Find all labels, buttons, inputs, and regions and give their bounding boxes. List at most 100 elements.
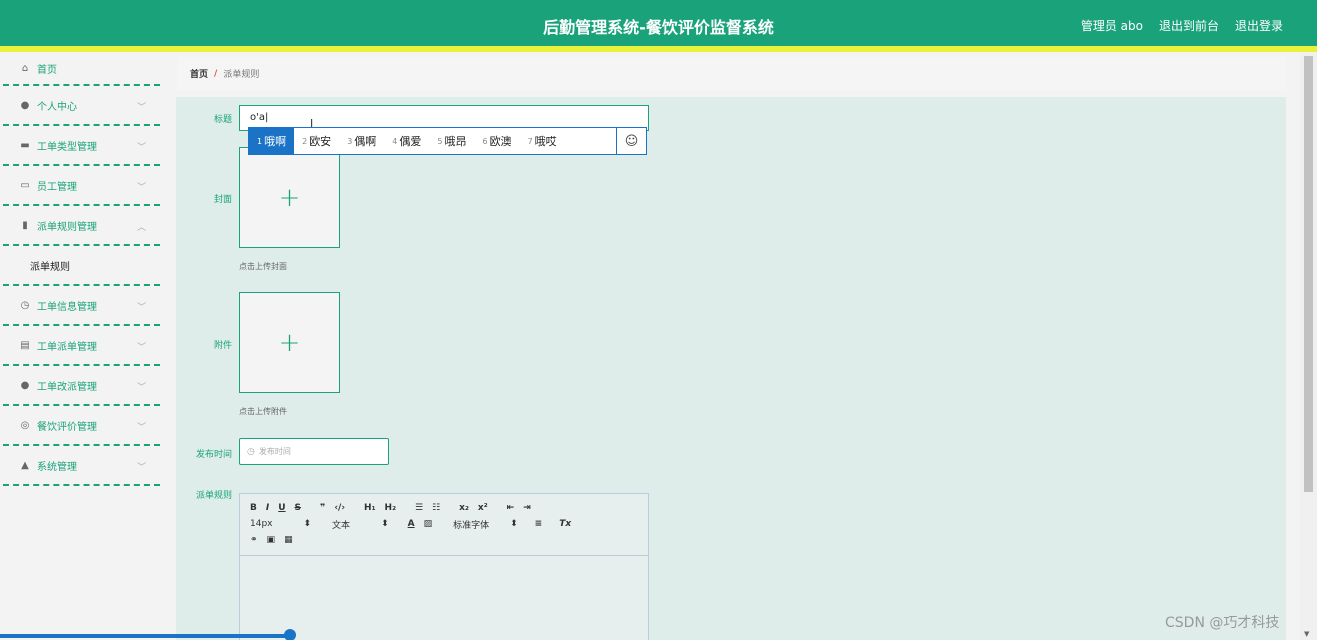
ime-candidate[interactable]: 2 欧安: [294, 128, 339, 154]
user-icon: ●: [20, 99, 30, 111]
sidebar-item-label: 首页: [37, 64, 57, 76]
sidebar-item-label: 工单信息管理: [37, 301, 97, 313]
sidebar-item-profile[interactable]: ● 个人中心 ﹀: [3, 86, 160, 126]
sidebar-item-ticket-type[interactable]: ▬ 工单类型管理 ﹀: [3, 126, 160, 166]
compass-icon: ◎: [20, 419, 30, 431]
ime-candidate[interactable]: 6 欧澳: [474, 128, 519, 154]
logout-link[interactable]: 退出登录: [1235, 17, 1283, 34]
video-progress-bar[interactable]: [0, 634, 290, 638]
progress-handle[interactable]: [284, 629, 296, 640]
cover-upload[interactable]: +: [239, 147, 340, 248]
sidebar-item-label: 工单类型管理: [37, 141, 97, 153]
quote-icon[interactable]: ❞: [320, 503, 325, 513]
sidebar-item-ticket-dispatch[interactable]: ▤ 工单派单管理 ﹀: [3, 326, 160, 366]
monitor-icon: ▬: [20, 139, 30, 151]
text-cursor-icon: I: [310, 117, 314, 130]
sidebar-item-system[interactable]: ▲ 系统管理 ﹀: [3, 446, 160, 486]
editor-toolbar: B I U S ❞ ‹/› H₁ H₂ ☰ ☷ x₂ x² ⇤ ⇥ 14px ⬍…: [240, 494, 648, 556]
chevron-down-icon: ﹀: [136, 103, 146, 113]
chevron-down-icon: ﹀: [136, 423, 146, 433]
chevron-down-icon: ﹀: [136, 183, 146, 193]
plus-icon: +: [278, 327, 301, 358]
subscript-icon[interactable]: x₂: [459, 503, 469, 513]
clear-format-icon[interactable]: Tx: [559, 519, 571, 529]
image-icon[interactable]: ▣: [267, 535, 276, 545]
clipboard-icon: ▤: [20, 339, 30, 351]
ime-candidate[interactable]: 5 哦昂: [429, 128, 474, 154]
strike-icon[interactable]: S: [295, 503, 301, 513]
cover-hint: 点击上传封面: [239, 262, 287, 271]
chevron-down-icon: ﹀: [136, 383, 146, 393]
breadcrumb: 首页 / 派单规则: [177, 57, 1286, 90]
sidebar-item-label: 系统管理: [37, 461, 77, 473]
attachment-label: 附件: [213, 341, 232, 351]
outdent-icon[interactable]: ⇤: [507, 503, 515, 513]
attachment-upload[interactable]: +: [239, 292, 340, 393]
chevron-down-icon: ﹀: [136, 463, 146, 473]
select-arrow-icon: ⬍: [303, 519, 312, 529]
underline-icon[interactable]: U: [278, 503, 285, 513]
page-scrollbar[interactable]: ▼: [1300, 52, 1317, 640]
rich-text-editor: B I U S ❞ ‹/› H₁ H₂ ☰ ☷ x₂ x² ⇤ ⇥ 14px ⬍…: [239, 493, 649, 640]
font-family-select[interactable]: 标准字体: [453, 518, 489, 531]
bullet-list-icon[interactable]: ☷: [432, 503, 440, 513]
sidebar-item-ticket-reassign[interactable]: ● 工单改派管理 ﹀: [3, 366, 160, 406]
emoji-icon[interactable]: ☺: [616, 128, 646, 154]
font-color-icon[interactable]: A: [408, 519, 415, 529]
text-type-select[interactable]: 文本: [332, 518, 350, 531]
title-label: 标题: [213, 115, 232, 125]
code-icon[interactable]: ‹/›: [334, 503, 345, 513]
home-icon: ⌂: [21, 62, 29, 74]
chevron-down-icon: ﹀: [136, 303, 146, 313]
sidebar-item-label: 个人中心: [37, 101, 77, 113]
breadcrumb-separator: /: [214, 68, 218, 79]
clock-icon: ◷: [247, 446, 255, 457]
breadcrumb-current: 派单规则: [223, 70, 260, 80]
sidebar-item-label: 工单派单管理: [37, 341, 97, 353]
editor-content[interactable]: [240, 556, 648, 640]
toolbar-row: ⚭ ▣ ▦: [250, 532, 638, 548]
sidebar-item-dining-review[interactable]: ◎ 餐饮评价管理 ﹀: [3, 406, 160, 446]
plus-icon: +: [278, 182, 301, 213]
indent-icon[interactable]: ⇥: [523, 503, 531, 513]
front-link[interactable]: 退出到前台: [1159, 17, 1219, 34]
background-color-icon[interactable]: ▨: [424, 519, 433, 529]
sidebar-item-label: 员工管理: [37, 181, 77, 193]
ordered-list-icon[interactable]: ☰: [415, 503, 423, 513]
sidebar-item-staff[interactable]: ▭ 员工管理 ﹀: [3, 166, 160, 206]
chevron-up-icon: ︿: [136, 223, 146, 233]
italic-icon[interactable]: I: [266, 503, 269, 513]
sidebar: ⌂ 首页 ● 个人中心 ﹀ ▬ 工单类型管理 ﹀ ▭ 员工管理 ﹀ ▮ 派单规则…: [3, 52, 160, 640]
align-icon[interactable]: ≡: [535, 519, 543, 529]
scroll-down-arrow-icon[interactable]: ▼: [1304, 630, 1309, 638]
superscript-icon[interactable]: x²: [478, 503, 488, 513]
sidebar-subitem-dispatch-rule[interactable]: 派单规则: [3, 246, 160, 286]
ime-candidate[interactable]: 1 哦啊: [249, 128, 295, 154]
ime-candidate[interactable]: 3 偶啊: [339, 128, 384, 154]
heading1-icon[interactable]: H₁: [364, 503, 375, 513]
breadcrumb-home[interactable]: 首页: [190, 67, 208, 80]
link-icon[interactable]: ⚭: [250, 535, 258, 545]
ime-candidate[interactable]: 4 偶爱: [384, 128, 429, 154]
chevron-down-icon: ﹀: [136, 143, 146, 153]
bold-icon[interactable]: B: [250, 503, 257, 513]
heading2-icon[interactable]: H₂: [385, 503, 396, 513]
select-arrow-icon: ⬍: [381, 519, 389, 529]
font-size-select[interactable]: 14px: [250, 519, 273, 529]
header-stripe: [0, 46, 1317, 52]
sidebar-item-label: 派单规则管理: [37, 221, 97, 233]
attachment-hint: 点击上传附件: [239, 407, 287, 416]
scrollbar-thumb[interactable]: [1304, 56, 1313, 492]
chart-icon: ▮: [22, 219, 28, 231]
sidebar-item-dispatch-rules[interactable]: ▮ 派单规则管理 ︿: [3, 206, 160, 246]
sidebar-item-ticket-info[interactable]: ◷ 工单信息管理 ﹀: [3, 286, 160, 326]
admin-user[interactable]: 管理员 abo: [1081, 17, 1143, 34]
publish-time-input[interactable]: ◷ 发布时间: [239, 438, 389, 465]
header-actions: 管理员 abo 退出到前台 退出登录: [1081, 17, 1283, 34]
publish-time-placeholder: 发布时间: [258, 447, 291, 456]
clock-icon: ◷: [20, 299, 30, 311]
chevron-down-icon: ﹀: [136, 343, 146, 353]
sidebar-item-home[interactable]: ⌂ 首页: [3, 52, 160, 86]
video-icon[interactable]: ▦: [284, 535, 293, 545]
ime-candidate[interactable]: 7 哦哎: [520, 128, 565, 154]
